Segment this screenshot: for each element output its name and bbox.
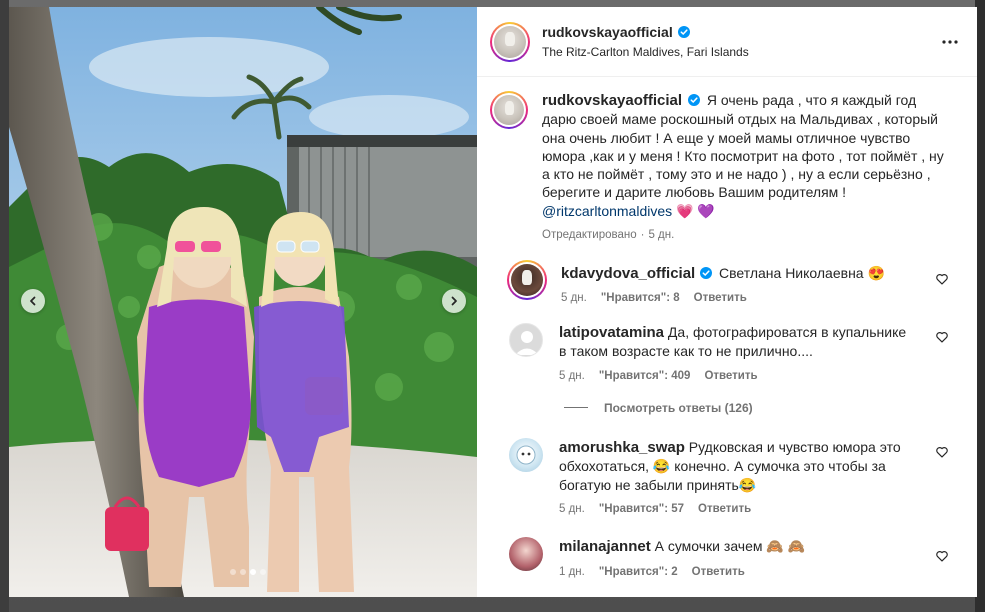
comment-avatar-image xyxy=(511,264,543,297)
post-panel: rudkovskayaofficial The Ritz-Carlton Mal… xyxy=(477,7,977,597)
comment-avatar[interactable] xyxy=(509,437,543,472)
chevron-right-icon xyxy=(451,296,457,306)
view-replies-line xyxy=(564,407,588,409)
caption-text-block: rudkovskayaofficial Я очень рада , что я… xyxy=(542,91,947,220)
carousel-next-button[interactable] xyxy=(442,289,466,313)
verified-badge-icon xyxy=(677,26,690,38)
author-username[interactable]: rudkovskayaofficial xyxy=(542,24,673,40)
caption-edited-label: Отредактировано xyxy=(542,229,637,242)
caption-separator: · xyxy=(640,229,645,242)
caption-username[interactable]: rudkovskayaofficial xyxy=(542,92,682,109)
caption-emojis: 💗 💜 xyxy=(676,202,715,219)
post-caption: rudkovskayaofficial Я очень рада , что я… xyxy=(477,77,977,241)
background-strip-left xyxy=(0,0,9,612)
caption-avatar[interactable] xyxy=(490,91,528,129)
comment-avatar[interactable] xyxy=(507,260,547,301)
comment-username[interactable]: amorushka_swap xyxy=(559,439,685,456)
comment-item: milanajannet А сумочки зачем 🙈 🙈 1 дн. "… xyxy=(477,537,977,578)
comment-reply-button[interactable]: Ответить xyxy=(694,292,747,304)
comment-item: kdavydova_official Светлана Николаевна 😍… xyxy=(477,260,977,304)
photo-illustration xyxy=(9,7,477,597)
post-photo xyxy=(9,7,477,597)
author-avatar-image xyxy=(494,25,526,58)
post-location[interactable]: The Ritz-Carlton Maldives, Fari Islands xyxy=(542,45,749,59)
comment-time[interactable]: 1 дн. xyxy=(559,566,585,578)
comment-username[interactable]: milanajannet xyxy=(559,538,651,555)
avatar-art-icon xyxy=(516,445,536,465)
caption-meta: Отредактировано · 5 дн. xyxy=(542,229,947,241)
comment-username[interactable]: latipovatamina xyxy=(559,324,664,341)
comment-username[interactable]: kdavydova_official xyxy=(561,265,695,282)
heart-icon[interactable] xyxy=(935,445,949,459)
verified-badge-icon xyxy=(687,94,700,106)
author-avatar[interactable] xyxy=(490,21,530,62)
comment-avatar[interactable] xyxy=(509,537,543,572)
comment-time[interactable]: 5 дн. xyxy=(561,292,587,304)
carousel-dots xyxy=(9,569,477,575)
comment-likes[interactable]: "Нравится": 409 xyxy=(599,370,691,382)
caption-time[interactable]: 5 дн. xyxy=(648,229,674,241)
view-replies-button[interactable]: Посмотреть ответы (126) xyxy=(477,400,977,416)
view-replies-label: Посмотреть ответы (126) xyxy=(604,400,753,415)
comment-likes[interactable]: "Нравится": 57 xyxy=(599,503,684,515)
caption-avatar-image xyxy=(494,95,524,125)
chevron-left-icon xyxy=(30,296,36,306)
carousel-dot xyxy=(260,569,266,575)
carousel-prev-button[interactable] xyxy=(21,289,45,313)
heart-icon[interactable] xyxy=(935,272,949,286)
carousel-dot-active xyxy=(250,569,256,575)
comment-item: amorushka_swap Рудковская и чувство юмор… xyxy=(477,437,977,515)
comment-likes[interactable]: "Нравится": 2 xyxy=(599,566,678,578)
comment-likes[interactable]: "Нравится": 8 xyxy=(601,292,680,304)
comment-item: latipovatamina Да, фотографироватся в ку… xyxy=(477,322,977,382)
post-header: rudkovskayaofficial The Ritz-Carlton Mal… xyxy=(477,7,977,77)
verified-badge-icon xyxy=(700,267,713,280)
comment-time[interactable]: 5 дн. xyxy=(559,370,585,382)
carousel-dot xyxy=(240,569,246,575)
comment-text: А сумочки зачем 🙈 🙈 xyxy=(654,538,806,555)
more-horizontal-icon[interactable] xyxy=(941,33,959,51)
default-avatar-icon xyxy=(515,330,539,355)
caption-mention[interactable]: @ritzcarltonmaldives xyxy=(542,203,672,219)
comment-text: Светлана Николаевна 😍 xyxy=(719,265,885,282)
comment-reply-button[interactable]: Ответить xyxy=(692,566,745,578)
comment-reply-button[interactable]: Ответить xyxy=(698,503,751,515)
carousel-dot xyxy=(230,569,236,575)
heart-icon[interactable] xyxy=(935,330,949,344)
comment-reply-button[interactable]: Ответить xyxy=(704,370,757,382)
comment-avatar[interactable] xyxy=(509,322,543,357)
heart-icon[interactable] xyxy=(935,549,949,563)
comment-time[interactable]: 5 дн. xyxy=(559,503,585,515)
